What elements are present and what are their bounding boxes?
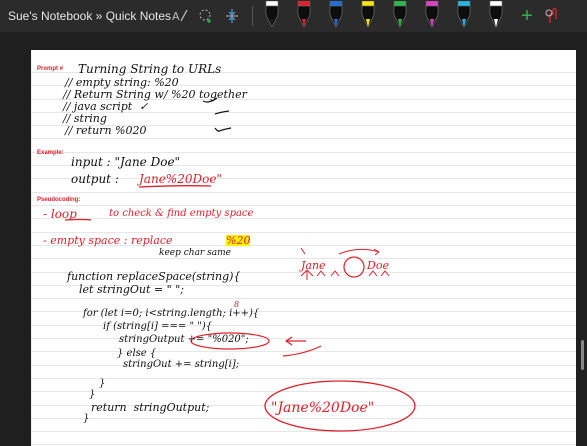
checkmark-ink-2	[214, 127, 232, 132]
ink-toolbar: Sue's Notebook » Quick Notes A +	[0, 0, 587, 32]
drawing-tools: A +	[168, 0, 567, 32]
arrow-ink-2	[282, 345, 322, 357]
svg-text:A: A	[172, 10, 180, 23]
pen-blue-icon[interactable]	[323, 0, 349, 31]
scrollbar-thumb[interactable]	[581, 340, 584, 370]
dash-ink	[214, 110, 230, 115]
touch-draw-icon[interactable]	[541, 2, 565, 30]
loop-underline-ink	[64, 218, 92, 221]
pen-black-1-icon[interactable]	[259, 0, 285, 31]
pen-cyan-icon[interactable]	[451, 0, 477, 31]
arrow-ink-1	[284, 336, 306, 346]
tick-ink	[300, 247, 306, 255]
toolbar-divider	[252, 6, 253, 26]
ink-to-text-icon[interactable]: A	[168, 2, 192, 30]
canvas-gap	[0, 32, 587, 50]
lasso-select-icon[interactable]	[194, 2, 218, 30]
result-oval-ink	[264, 380, 416, 432]
pen-green-icon[interactable]	[387, 0, 413, 31]
ink-strokes	[64, 97, 416, 432]
arc-arrow-ink	[338, 248, 380, 256]
pen-magenta-icon[interactable]	[419, 0, 445, 31]
pen-yellow-icon[interactable]	[355, 0, 381, 31]
jane-arrows-ink	[300, 269, 340, 280]
space-circle-ink	[343, 256, 365, 278]
breadcrumb[interactable]: Sue's Notebook » Quick Notes	[0, 9, 171, 23]
pen-red-icon[interactable]	[291, 0, 317, 31]
checkmark-ink	[202, 97, 218, 103]
underline-ink	[138, 185, 212, 188]
vertical-scrollbar[interactable]	[576, 50, 587, 446]
space-insert-icon[interactable]	[220, 2, 244, 30]
circle-ink	[190, 332, 270, 350]
doe-arrows-ink	[368, 270, 390, 277]
add-pen-label: +	[521, 4, 533, 27]
pen-white-icon[interactable]	[483, 0, 509, 31]
add-pen-button[interactable]: +	[515, 2, 539, 30]
note-page[interactable]: Prompt # Turning String to URLs // empty…	[31, 50, 576, 446]
